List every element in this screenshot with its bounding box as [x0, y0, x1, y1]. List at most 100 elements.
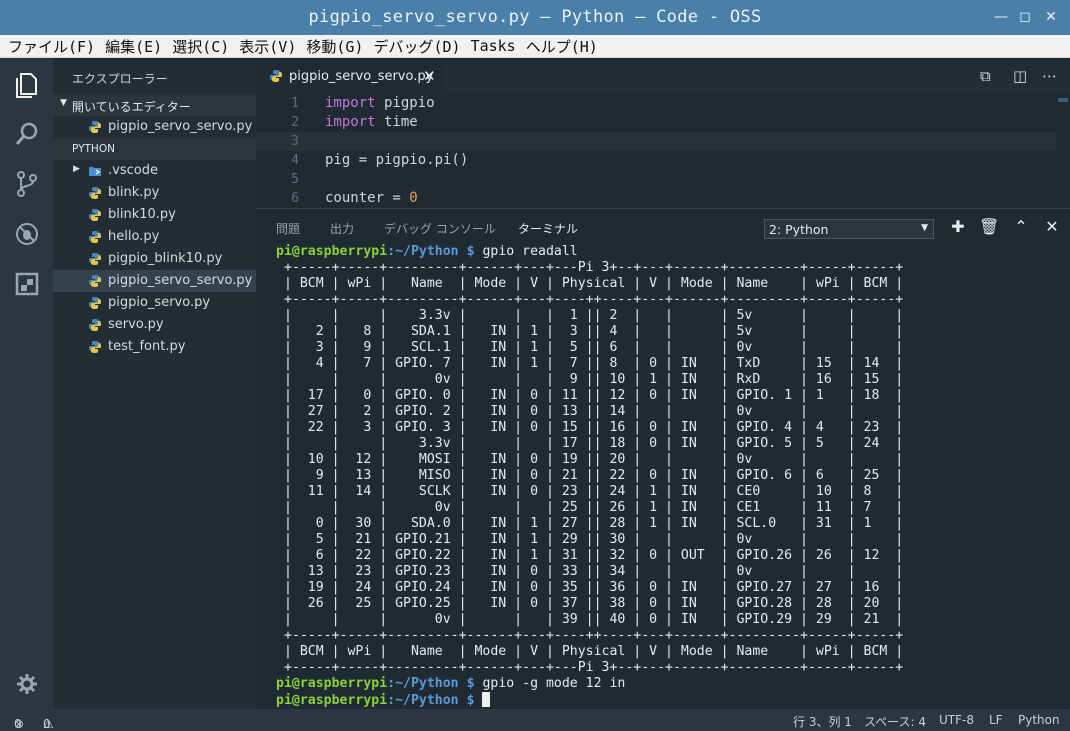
- file-item[interactable]: blink10.py: [53, 204, 256, 226]
- folder-item-vscode[interactable]: ▶ .vscode: [53, 160, 256, 182]
- python-folder-section[interactable]: PYTHON: [53, 138, 256, 160]
- code-text: import time: [325, 114, 418, 130]
- encoding[interactable]: UTF-8: [939, 713, 974, 727]
- more-actions-icon[interactable]: ⋯: [1042, 67, 1057, 85]
- menu-view[interactable]: 表示(V): [239, 36, 296, 57]
- table-line: | 6 | 22 | GPIO.22 | IN | 1 | 31 || 32 |…: [276, 548, 904, 563]
- prompt-user: pi@raspberrypi: [276, 244, 388, 259]
- python-file-icon: [89, 297, 101, 309]
- terminal[interactable]: pi@raspberrypi:~/Python $ gpio readall +…: [256, 244, 1070, 709]
- table-line: | 27 | 2 | GPIO. 2 | IN | 0 | 13 || 14 |…: [276, 404, 904, 419]
- maximize-icon[interactable]: ◻: [1016, 8, 1034, 26]
- new-terminal-icon[interactable]: ✚: [949, 217, 967, 236]
- table-line: | 22 | 3 | GPIO. 3 | IN | 0 | 15 || 16 |…: [276, 420, 904, 435]
- table-line: +-----+-----+---------+------+---+----++…: [276, 292, 904, 307]
- code-line: 1 import pigpio: [256, 94, 1056, 113]
- table-line: | BCM | wPi | Name | Mode | V | Physical…: [276, 276, 904, 291]
- python-file-icon: [89, 209, 101, 221]
- close-tab-icon[interactable]: ✕: [423, 67, 436, 85]
- line-number: 3: [291, 134, 299, 149]
- trash-icon[interactable]: 🗑: [979, 217, 999, 236]
- code-line: 6 counter = 0: [256, 189, 1056, 208]
- terminal-cursor: [482, 692, 491, 707]
- code-text: pig = pigpio.pi(): [325, 152, 469, 168]
- python-file-icon: [89, 275, 101, 287]
- file-name: blink10.py: [108, 207, 176, 222]
- file-item[interactable]: test_font.py: [53, 336, 256, 358]
- open-preview-icon[interactable]: ⧉: [980, 67, 991, 85]
- open-editors-label: 開いているエディター: [72, 100, 191, 114]
- code-line-active: 3: [256, 132, 1056, 151]
- language-mode[interactable]: Python: [1018, 713, 1060, 727]
- source-control-icon[interactable]: [11, 168, 43, 200]
- file-item[interactable]: blink.py: [53, 182, 256, 204]
- prompt-dollar: $: [458, 693, 475, 708]
- end-of-line[interactable]: LF: [989, 713, 1003, 727]
- menu-help[interactable]: ヘルプ(H): [526, 36, 598, 57]
- file-item[interactable]: servo.py: [53, 314, 256, 336]
- file-item[interactable]: hello.py: [53, 226, 256, 248]
- menu-selection[interactable]: 選択(C): [172, 36, 229, 57]
- keyword: import: [325, 114, 376, 130]
- terminal-select[interactable]: 2: Python ▼: [764, 219, 934, 239]
- cursor-position[interactable]: 行 3、列 1: [793, 713, 852, 730]
- tab-terminal[interactable]: ターミナル: [518, 220, 578, 237]
- explorer-header: エクスプローラー: [72, 72, 168, 86]
- debug-icon[interactable]: [11, 218, 43, 250]
- line-number: 1: [291, 96, 299, 111]
- chevron-down-icon: ▼: [60, 98, 67, 108]
- prompt-path: :~/Python: [387, 693, 459, 708]
- minimize-icon[interactable]: —: [992, 8, 1010, 26]
- panel-tab-bar: 問題 出力 デバッグ コンソール ターミナル 2: Python ▼ ✚ 🗑 ⌃…: [256, 208, 1070, 244]
- menu-go[interactable]: 移動(G): [306, 36, 363, 57]
- overview-ruler-mark: [1058, 98, 1068, 102]
- prompt-dollar: $: [458, 676, 475, 691]
- explorer-icon[interactable]: [11, 68, 43, 100]
- menu-debug[interactable]: デバッグ(D): [373, 36, 460, 57]
- menu-file[interactable]: ファイル(F): [8, 36, 95, 57]
- menu-edit[interactable]: 編集(E): [105, 36, 162, 57]
- explorer-sidebar: エクスプローラー ▼ 開いているエディター pigpio_servo_servo…: [53, 58, 256, 709]
- command-text: gpio -g mode 12 in: [474, 676, 626, 691]
- file-name: .vscode: [108, 163, 158, 178]
- file-item-selected[interactable]: pigpio_servo_servo.py: [53, 270, 256, 292]
- table-line: | 9 | 13 | MISO | IN | 0 | 21 || 22 | 0 …: [276, 468, 904, 483]
- python-file-icon: [89, 231, 101, 243]
- table-line: | 3 | 9 | SCL.1 | IN | 1 | 5 || 6 | | | …: [276, 340, 904, 355]
- prompt-path: :~/Python: [387, 244, 459, 259]
- code-rest: pigpio: [375, 95, 435, 111]
- table-line: | 17 | 0 | GPIO. 0 | IN | 0 | 11 || 12 |…: [276, 388, 904, 403]
- extensions-icon[interactable]: [11, 268, 43, 300]
- search-icon[interactable]: [11, 118, 43, 150]
- code-editor[interactable]: 1 import pigpio 2 import time 3 4 pig = …: [256, 94, 1070, 208]
- table-line: | 26 | 25 | GPIO.25 | IN | 0 | 37 || 38 …: [276, 596, 904, 611]
- table-line: | 5 | 21 | GPIO.21 | IN | 1 | 29 || 30 |…: [276, 532, 904, 547]
- terminal-line-prompt: pi@raspberrypi:~/Python $: [276, 692, 491, 708]
- editor-tab[interactable]: pigpio_servo_servo.py ✕: [256, 58, 442, 94]
- file-name: pigpio_servo_servo.py: [108, 119, 253, 134]
- dropdown-arrow-icon: ▼: [921, 223, 928, 233]
- tab-debug-console[interactable]: デバッグ コンソール: [384, 220, 496, 237]
- tab-output[interactable]: 出力: [330, 220, 354, 237]
- close-panel-icon[interactable]: ✕: [1043, 217, 1061, 236]
- table-line: +-----+-----+---------+------+---+---Pi …: [276, 660, 904, 675]
- menu-tasks[interactable]: Tasks: [471, 37, 516, 55]
- split-editor-icon[interactable]: ◫: [1013, 67, 1027, 85]
- open-editor-item[interactable]: pigpio_servo_servo.py: [53, 116, 256, 138]
- table-line: | 0 | 30 | SDA.0 | IN | 1 | 27 || 28 | 1…: [276, 516, 904, 531]
- tab-problems[interactable]: 問題: [276, 220, 300, 237]
- maximize-panel-icon[interactable]: ⌃: [1012, 217, 1030, 236]
- settings-gear-icon[interactable]: [11, 668, 43, 700]
- file-item[interactable]: pigpio_servo.py: [53, 292, 256, 314]
- indentation[interactable]: スペース: 4: [864, 713, 926, 730]
- activity-bar: [0, 58, 53, 709]
- open-editors-section[interactable]: ▼ 開いているエディター: [53, 94, 256, 116]
- python-file-icon: [89, 341, 101, 353]
- chevron-right-icon: ▶: [73, 164, 80, 174]
- close-window-icon[interactable]: ✕: [1042, 8, 1060, 26]
- prompt-user: pi@raspberrypi: [276, 676, 388, 691]
- table-line: | 4 | 7 | GPIO. 7 | IN | 1 | 7 || 8 | 0 …: [276, 356, 904, 371]
- file-item[interactable]: pigpio_blink10.py: [53, 248, 256, 270]
- warning-count: 0: [43, 717, 51, 731]
- file-name: pigpio_servo_servo.py: [108, 273, 253, 288]
